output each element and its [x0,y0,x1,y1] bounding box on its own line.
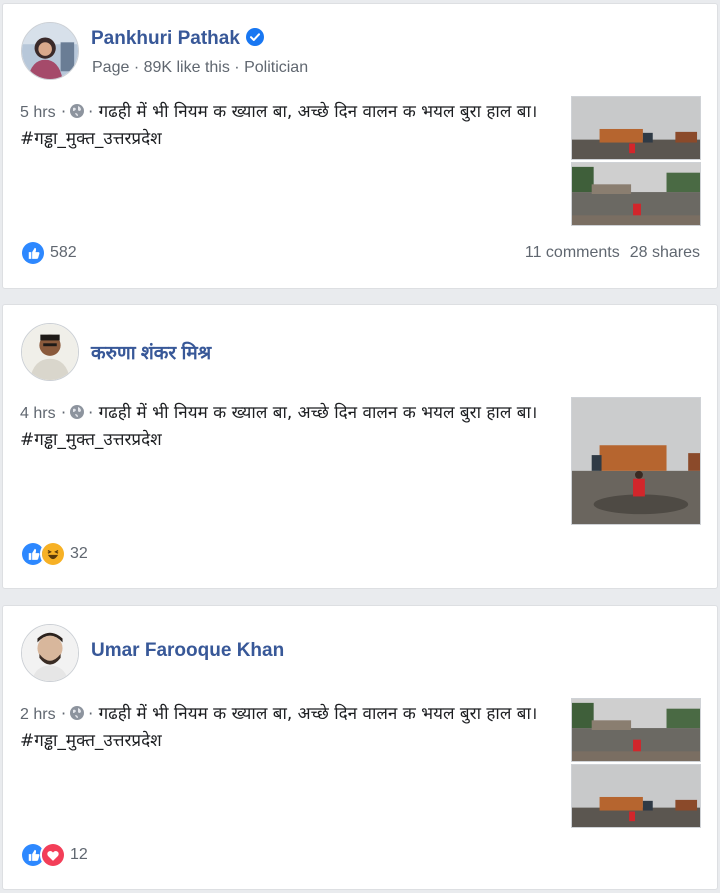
author-name-text[interactable]: Pankhuri Pathak [91,28,240,49]
post-card: करुणा शंकर मिश्र 4 hrs · · गढही में भी नि… [2,304,718,589]
like-icon [20,240,46,266]
engagement-stats: 11 comments 28 shares [525,244,700,262]
post-timestamp[interactable]: 5 hrs [20,104,56,121]
separator: · [88,403,94,422]
author-name[interactable]: करुणा शंकर मिश्र [91,339,211,365]
hashtag-link[interactable]: #गड्ढा_मुक्त_उत्तरप्रदेश [20,731,162,751]
post-photo[interactable] [571,96,701,160]
post-timestamp[interactable]: 4 hrs [20,405,56,422]
comments-link[interactable]: 11 comments [525,244,620,261]
post-card: Pankhuri Pathak Page · 89K like this · P… [2,3,718,289]
haha-icon [40,541,66,567]
post-text: गढही में भी नियम क ख्याल बा, अच्छे दिन व… [98,403,538,423]
author-name[interactable]: Umar Farooque Khan [91,640,284,662]
globe-icon[interactable] [69,404,85,420]
photo-grid [571,397,701,527]
reactions-summary[interactable]: 582 [20,240,77,266]
separator: · [88,704,94,723]
avatar[interactable] [21,624,79,682]
shares-link[interactable]: 28 shares [630,244,700,261]
post-photo[interactable] [571,162,701,226]
separator: · [60,403,67,422]
avatar[interactable] [21,22,79,80]
avatar[interactable] [21,323,79,381]
photo-grid [571,698,701,828]
post-timestamp[interactable]: 2 hrs [20,706,56,723]
post-body: 2 hrs · · गढही में भी नियम क ख्याल बा, अच… [20,701,555,754]
hashtag-link[interactable]: #गड्ढा_मुक्त_उत्तरप्रदेश [20,430,162,450]
post-text: गढही में भी नियम क ख्याल बा, अच्छे दिन व… [98,704,538,724]
post-photo[interactable] [571,698,701,762]
photo-grid [571,96,701,226]
post-body: 4 hrs · · गढही में भी नियम क ख्याल बा, अच… [20,400,555,453]
reaction-count: 32 [70,545,88,562]
reaction-count: 12 [70,846,88,863]
separator: · [60,704,67,723]
reactions-summary[interactable]: 12 [20,842,88,868]
separator: · [88,102,94,121]
post-photo[interactable] [571,764,701,828]
post-body: 5 hrs · · गढही में भी नियम क ख्याल बा, अच… [20,99,555,152]
reactions-summary[interactable]: 32 [20,541,88,567]
post-photo[interactable] [571,397,701,525]
love-icon [40,842,66,868]
separator: · [60,102,67,121]
globe-icon[interactable] [69,705,85,721]
hashtag-link[interactable]: #गड्ढा_मुक्त_उत्तरप्रदेश [20,129,162,149]
post-text: गढही में भी नियम क ख्याल बा, अच्छे दिन व… [98,102,538,122]
reaction-count: 582 [50,244,77,261]
author-name[interactable]: Pankhuri Pathak [91,28,264,50]
verified-badge-icon [245,28,264,46]
page-subtitle: Page · 89K like this · Politician [92,59,309,76]
post-card: Umar Farooque Khan 2 hrs · · गढही में भी … [2,605,718,890]
globe-icon[interactable] [69,103,85,119]
